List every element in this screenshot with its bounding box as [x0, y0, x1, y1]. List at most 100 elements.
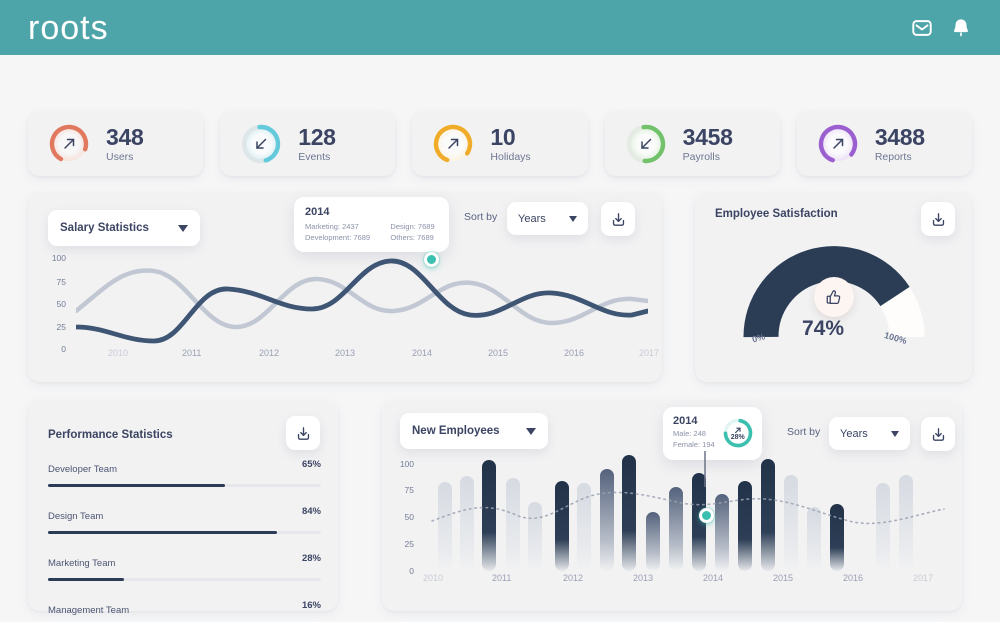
- progress-ring-payrolls: [623, 121, 669, 167]
- panel-title: Performance Statistics: [48, 429, 173, 441]
- satisfaction-download-button[interactable]: [921, 202, 955, 236]
- x-tick: 2015: [488, 348, 509, 358]
- tooltip-item: Development: 7689: [305, 233, 371, 242]
- y-tick: 25: [56, 322, 66, 332]
- y-tick: 0: [61, 344, 66, 354]
- y-tick: 50: [56, 299, 66, 309]
- x-tick: 2012: [259, 348, 280, 358]
- x-tick: 2016: [564, 348, 585, 358]
- arrow-up-right-icon: [448, 138, 459, 149]
- arrow-up-right-icon: [833, 138, 844, 149]
- salary-download-button[interactable]: [601, 202, 635, 236]
- sort-value: Years: [518, 212, 546, 225]
- performance-download-button[interactable]: [286, 416, 320, 450]
- panel-title: Employee Satisfaction: [715, 208, 838, 220]
- stat-value: 3458: [682, 123, 733, 150]
- new-employees-panel: New Employees Sort by Years 2014 Male: 2…: [382, 401, 962, 611]
- salary-sort-dropdown[interactable]: Years: [507, 202, 588, 235]
- performance-statistics-panel: Performance Statistics Developer Team 65…: [28, 401, 338, 616]
- download-icon: [297, 426, 309, 440]
- download-icon: [932, 427, 944, 441]
- stat-label: Holidays: [490, 151, 531, 164]
- employees-metric-dropdown[interactable]: New Employees: [400, 413, 548, 449]
- thumbs-up-badge: [814, 277, 854, 317]
- x-tick: 2010: [423, 573, 444, 583]
- chevron-down-icon: [569, 215, 577, 222]
- progress-ring-events: [238, 121, 284, 167]
- chevron-down-icon: [891, 430, 899, 437]
- x-tick: 2012: [563, 573, 584, 583]
- x-tick: 2017: [913, 573, 934, 583]
- employees-sort-dropdown[interactable]: Years: [829, 417, 910, 450]
- dropdown-label: Salary Statistics: [60, 222, 149, 234]
- team-name: Developer Team: [48, 464, 118, 475]
- team-pct: 65%: [301, 459, 321, 470]
- salary-metric-dropdown[interactable]: Salary Statistics: [48, 210, 200, 246]
- download-icon: [612, 212, 624, 226]
- download-icon: [932, 212, 944, 226]
- performance-row[interactable]: Design Team 84%: [48, 506, 321, 534]
- tooltip-year: 2014: [673, 415, 698, 427]
- employees-download-button[interactable]: [921, 417, 955, 451]
- y-tick: 50: [404, 512, 414, 522]
- y-tick: 100: [399, 459, 414, 469]
- stat-label: Events: [298, 151, 331, 164]
- x-tick: 2011: [182, 348, 202, 358]
- employee-satisfaction-panel: Employee Satisfaction 74% 0% 100%: [695, 193, 972, 382]
- x-tick: 2010: [108, 348, 129, 358]
- app-header: roots: [0, 0, 1000, 55]
- salary-tooltip: 2014 Marketing: 2437 Design: 7689 Develo…: [294, 197, 449, 252]
- sort-by-label: Sort by: [464, 211, 498, 223]
- x-tick: 2013: [633, 573, 654, 583]
- stat-card-holidays[interactable]: 10 Holidays: [412, 112, 588, 176]
- performance-row[interactable]: Management Team 16%: [48, 600, 321, 622]
- stat-value: 128: [298, 123, 336, 150]
- team-pct: 16%: [301, 600, 321, 611]
- tooltip-item: Marketing: 2437: [305, 222, 359, 231]
- y-tick: 25: [404, 539, 414, 549]
- satisfaction-value: 74%: [802, 317, 845, 340]
- tooltip-item: Others: 7689: [390, 233, 434, 242]
- x-tick: 2014: [703, 573, 724, 583]
- team-name: Management Team: [48, 605, 130, 616]
- y-tick: 75: [56, 277, 66, 287]
- stat-card-payrolls[interactable]: 3458 Payrolls: [604, 112, 780, 176]
- progress-ring-reports: [815, 121, 861, 167]
- employees-highlight-point[interactable]: [699, 508, 714, 523]
- progress-track: [48, 531, 321, 534]
- stats-row: 348 Users 128 Events 10 Holidays 3458 Pa…: [28, 112, 973, 176]
- arrow-down-left-icon: [256, 138, 267, 149]
- stat-label: Payrolls: [682, 151, 720, 164]
- progress-track: [48, 484, 321, 487]
- chevron-down-icon: [178, 224, 188, 232]
- dropdown-label: New Employees: [412, 425, 500, 437]
- salary-highlight-point[interactable]: [424, 252, 439, 267]
- tooltip-year: 2014: [305, 206, 330, 218]
- bell-icon[interactable]: [950, 17, 972, 39]
- tooltip-badge-pct: 28%: [730, 433, 745, 441]
- team-name: Design Team: [48, 511, 104, 522]
- stat-card-events[interactable]: 128 Events: [220, 112, 396, 176]
- tooltip-item: Design: 7689: [390, 222, 435, 231]
- performance-bar-list: Developer Team 65% Design Team 84% Marke…: [48, 459, 321, 622]
- performance-row[interactable]: Marketing Team 28%: [48, 553, 321, 581]
- arrow-up-right-icon: [64, 138, 75, 149]
- x-tick: 2015: [773, 573, 794, 583]
- performance-row[interactable]: Developer Team 65%: [48, 459, 321, 487]
- stat-card-users[interactable]: 348 Users: [28, 112, 204, 176]
- progress-fill: [48, 484, 226, 487]
- x-tick: 2017: [639, 348, 660, 358]
- sort-value: Years: [840, 427, 868, 440]
- dashboard-page: 348 Users 128 Events 10 Holidays 3458 Pa…: [0, 112, 1000, 616]
- team-name: Marketing Team: [48, 558, 116, 569]
- tooltip-progress-ring: 28%: [721, 416, 755, 450]
- stat-value: 348: [106, 123, 144, 150]
- progress-fill: [48, 531, 278, 534]
- tooltip-female: Female: 194: [673, 439, 715, 449]
- panels-row-top: Salary Statistics Sort by Years 2014 Mar…: [28, 193, 972, 382]
- app-logo: roots: [28, 8, 109, 47]
- mail-icon[interactable]: [911, 17, 933, 39]
- header-icon-group: [911, 17, 972, 39]
- progress-ring-users: [46, 121, 92, 167]
- stat-card-reports[interactable]: 3488 Reports: [796, 112, 973, 176]
